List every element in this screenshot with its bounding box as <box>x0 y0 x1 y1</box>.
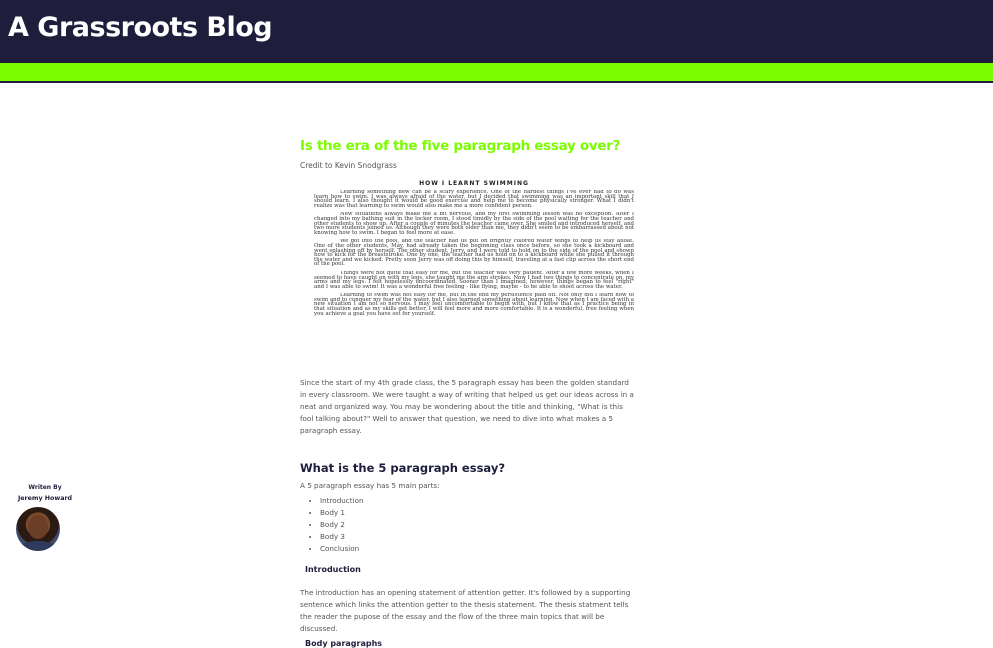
essay-image-heading: HOW I LEARNT SWIMMING <box>419 180 529 187</box>
site-header: A Grassroots Blog <box>0 0 993 63</box>
essay-image-paragraph: New situations always make me a bit nerv… <box>314 212 634 236</box>
body-paragraphs-heading: Body paragraphs <box>305 639 383 648</box>
blog-post: Is the era of the five paragraph essay o… <box>300 138 635 648</box>
author-name[interactable]: Jeremy Howard <box>10 495 80 502</box>
essay-image-paragraph: Things were not quite that easy for me, … <box>314 270 634 290</box>
avatar-shirt <box>18 541 58 551</box>
parts-intro: A 5 paragraph essay has 5 main parts: <box>300 481 440 490</box>
section-heading: What is the 5 paragraph essay? <box>300 461 505 475</box>
post-title: Is the era of the five paragraph essay o… <box>300 138 621 154</box>
avatar-face <box>28 515 48 539</box>
avatar[interactable] <box>16 507 60 551</box>
essay-image-paragraph: We got into the pool, and the teacher ha… <box>314 239 634 267</box>
essay-image: HOW I LEARNT SWIMMING Learning something… <box>314 180 634 372</box>
site-title[interactable]: A Grassroots Blog <box>8 12 273 43</box>
image-credit: Credit to Kevin Snodgrass <box>300 161 397 170</box>
accent-bar <box>0 63 993 83</box>
essay-image-paragraph: Learning to swim was not easy for me, bu… <box>314 293 634 317</box>
introduction-text: The introduction has an opening statemen… <box>300 588 631 633</box>
list-item: Body 2 <box>320 519 635 531</box>
author-card: Writen By Jeremy Howard <box>10 484 80 551</box>
list-item: Introduction <box>320 495 635 507</box>
list-item: Conclusion <box>320 543 635 555</box>
parts-list: Introduction Body 1 Body 2 Body 3 Conclu… <box>300 495 635 555</box>
written-by-label: Writen By <box>28 484 62 491</box>
list-item: Body 3 <box>320 531 635 543</box>
essay-image-paragraph: Learning something new can be a scary ex… <box>314 190 634 209</box>
introduction-heading: Introduction <box>305 565 361 574</box>
intro-paragraph: Since the start of my 4th grade class, t… <box>300 378 634 435</box>
list-item: Body 1 <box>320 507 635 519</box>
